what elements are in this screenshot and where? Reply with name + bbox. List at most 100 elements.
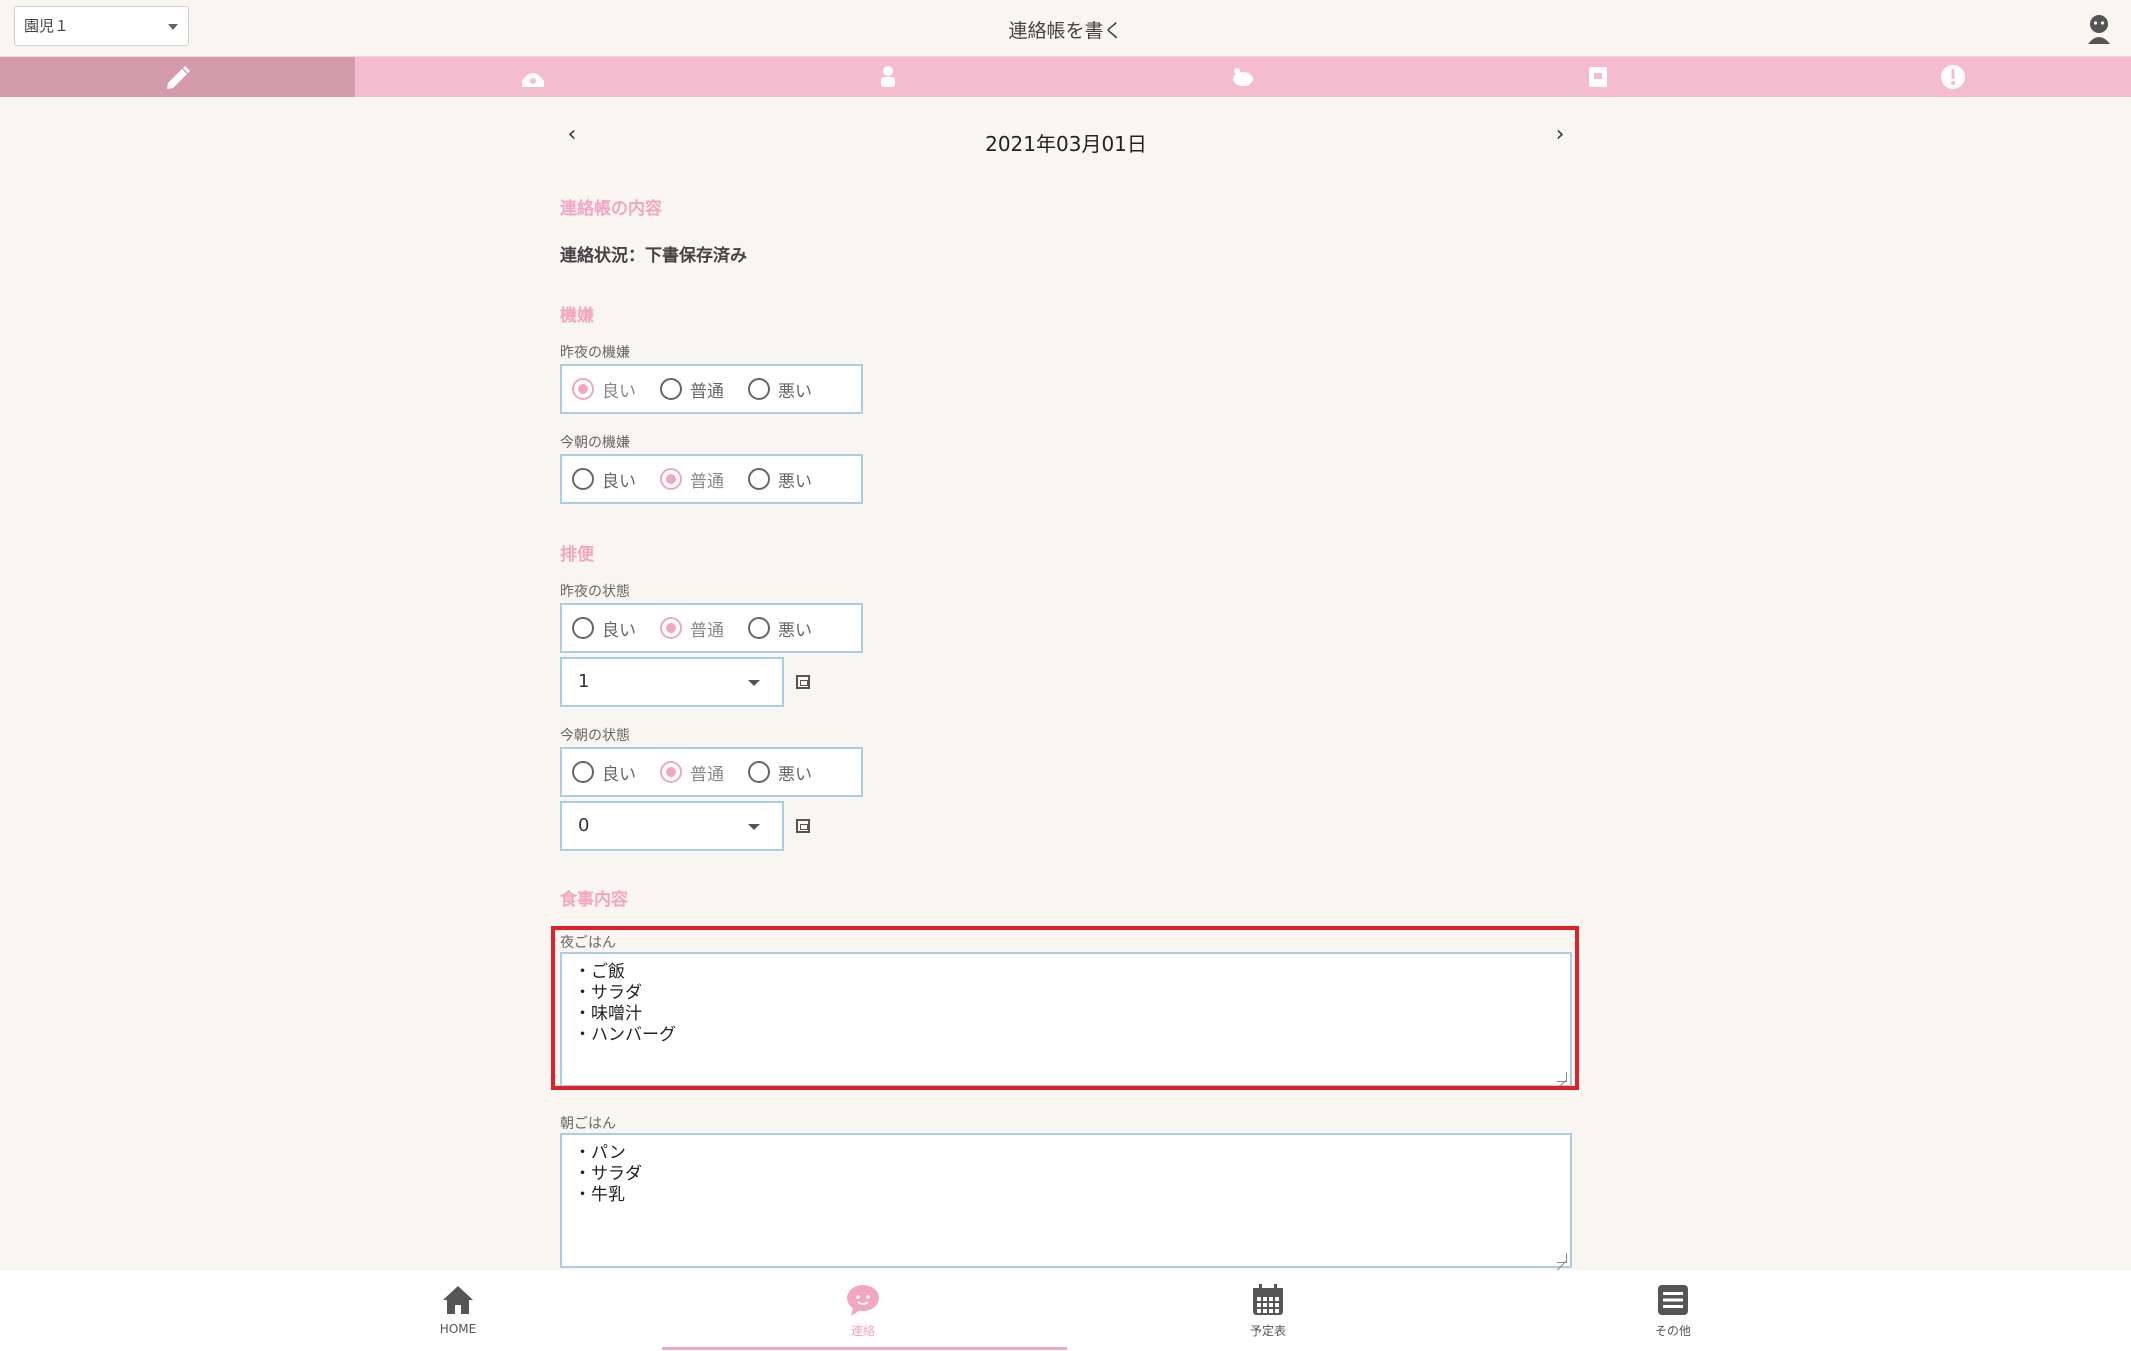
contact-status: 連絡状況：下書保存済み [560, 246, 747, 266]
radio-option-good[interactable]: 良い [572, 467, 636, 492]
radio-label: 普通 [690, 620, 724, 641]
tab-meal[interactable] [710, 57, 1065, 97]
nav-schedule[interactable]: 予定表 [1068, 1270, 1468, 1351]
tab-photo[interactable] [1421, 57, 1776, 97]
nav-contact-label: 連絡 [850, 1324, 875, 1338]
radio-option-good[interactable]: 良い [572, 377, 636, 402]
dinner-line: ・ご飯 [574, 962, 625, 982]
radio-button[interactable] [748, 617, 770, 639]
last-night-stool-label: 昨夜の状態 [560, 584, 630, 600]
last-night-stool-radio-group: 良い 普通 悪い [560, 603, 863, 653]
resize-handle-icon[interactable] [1557, 1253, 1567, 1263]
breakfast-textarea[interactable]: ・パン ・サラダ ・牛乳 [560, 1133, 1572, 1268]
times-unit-icon [796, 675, 810, 689]
radio-button[interactable] [660, 378, 682, 400]
radio-option-good[interactable]: 良い [572, 760, 636, 785]
radio-option-bad[interactable]: 悪い [748, 616, 812, 641]
radio-label: 悪い [778, 620, 812, 641]
stool-section-title: 排便 [560, 545, 594, 565]
nav-schedule-label: 予定表 [1249, 1324, 1286, 1338]
nav-other-label: その他 [1654, 1324, 1691, 1338]
category-tab-bar [0, 57, 2131, 97]
this-morning-stool-count-select[interactable]: 0 [560, 801, 784, 851]
breakfast-line: ・パン [574, 1143, 626, 1163]
times-unit-icon [796, 819, 810, 833]
radio-option-bad[interactable]: 悪い [748, 377, 812, 402]
nav-home-label: HOME [439, 1322, 477, 1336]
dinner-label: 夜ごはん [560, 935, 616, 951]
last-night-stool-count-select[interactable]: 1 [560, 657, 784, 707]
radio-label: 普通 [690, 381, 724, 402]
radio-option-normal[interactable]: 普通 [660, 377, 724, 402]
radio-button[interactable] [572, 378, 594, 400]
radio-button[interactable] [660, 761, 682, 783]
radio-label: 普通 [690, 471, 724, 492]
user-avatar-icon[interactable] [2083, 12, 2115, 44]
radio-button[interactable] [660, 468, 682, 490]
tab-play[interactable] [1066, 57, 1421, 97]
radio-option-bad[interactable]: 悪い [748, 760, 812, 785]
count-select-value: 1 [578, 671, 590, 692]
dinner-line: ・味噌汁 [574, 1004, 642, 1024]
breakfast-label: 朝ごはん [560, 1116, 616, 1132]
radio-button[interactable] [748, 761, 770, 783]
radio-option-normal[interactable]: 普通 [660, 616, 724, 641]
tab-alert[interactable] [1776, 57, 2131, 97]
meals-section-title: 食事内容 [560, 890, 628, 910]
nav-other[interactable]: その他 [1473, 1270, 1873, 1351]
dinner-line: ・ハンバーグ [574, 1025, 676, 1045]
breakfast-line: ・サラダ [574, 1164, 642, 1184]
telephone-icon [521, 73, 544, 87]
last-night-mood-label: 昨夜の機嫌 [560, 345, 630, 361]
active-nav-indicator [662, 1347, 1067, 1350]
radio-button[interactable] [748, 468, 770, 490]
this-morning-stool-label: 今朝の状態 [560, 728, 630, 744]
tab-diary[interactable] [355, 57, 710, 97]
page-title: 連絡帳を書く [1008, 20, 1123, 42]
exclamation-icon [1941, 65, 1966, 89]
radio-option-good[interactable]: 良い [572, 616, 636, 641]
last-night-mood-radio-group: 良い 普通 悪い [560, 364, 863, 414]
this-morning-mood-radio-group: 良い 普通 悪い [560, 454, 863, 504]
resize-handle-icon[interactable] [1557, 1072, 1567, 1082]
radio-label: 悪い [778, 764, 812, 785]
mood-section-title: 機嫌 [560, 306, 594, 326]
this-morning-mood-label: 今朝の機嫌 [560, 435, 630, 451]
date-navigator: ‹ 2021年03月01日 › [560, 100, 1572, 160]
pencil-icon [166, 66, 190, 89]
radio-option-normal[interactable]: 普通 [660, 467, 724, 492]
radio-option-normal[interactable]: 普通 [660, 760, 724, 785]
current-date: 2021年03月01日 [985, 132, 1147, 156]
radio-label: 悪い [778, 471, 812, 492]
dinner-textarea[interactable]: ・ご飯 ・サラダ ・味噌汁 ・ハンバーグ [560, 952, 1572, 1087]
last-night-stool-count-row: 1 [560, 657, 1572, 707]
menu-list-icon [1658, 1285, 1688, 1315]
radio-label: 普通 [690, 764, 724, 785]
chevron-down-icon [748, 680, 760, 686]
radio-button[interactable] [572, 468, 594, 490]
bottom-navigation: HOME 連絡 予定表 その他 [0, 1270, 2131, 1351]
count-select-value: 0 [578, 815, 590, 836]
breakfast-line: ・牛乳 [574, 1185, 625, 1205]
main-content: ‹ 2021年03月01日 › 連絡帳の内容 連絡状況：下書保存済み 機嫌 昨夜… [560, 100, 1572, 1268]
radio-button[interactable] [572, 761, 594, 783]
next-date-button[interactable]: › [1548, 122, 1572, 147]
calendar-icon [1253, 1284, 1283, 1315]
tab-write[interactable] [0, 57, 356, 97]
radio-button[interactable] [572, 617, 594, 639]
radio-button[interactable] [660, 617, 682, 639]
nav-home[interactable]: HOME [258, 1270, 658, 1351]
radio-option-bad[interactable]: 悪い [748, 467, 812, 492]
this-morning-stool-radio-group: 良い 普通 悪い [560, 747, 863, 797]
radio-label: 良い [602, 620, 636, 641]
home-icon [443, 1286, 473, 1314]
card-icon [1589, 67, 1608, 87]
radio-label: 良い [602, 764, 636, 785]
this-morning-stool-count-row: 0 [560, 801, 1572, 851]
child-icon [880, 66, 895, 87]
radio-button[interactable] [748, 378, 770, 400]
radio-label: 悪い [778, 381, 812, 402]
chat-bubble-icon [847, 1285, 879, 1316]
turtle-icon [1233, 68, 1254, 86]
nav-contact[interactable]: 連絡 [663, 1270, 1063, 1351]
